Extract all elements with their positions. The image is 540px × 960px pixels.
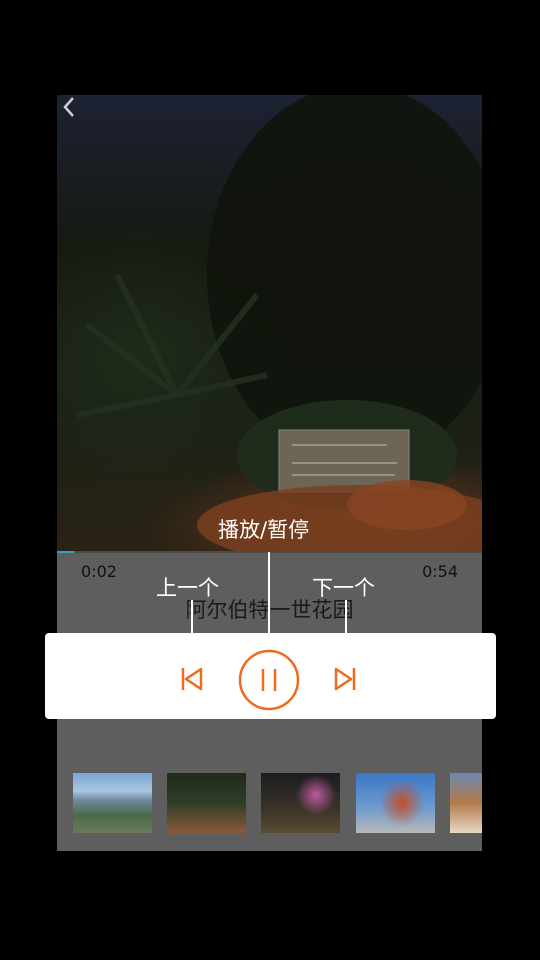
skip-previous-icon[interactable]	[180, 666, 204, 692]
progress-fill	[57, 551, 74, 553]
guide-next-label: 下一个	[312, 576, 375, 600]
thumbnail-5[interactable]	[450, 773, 482, 833]
skip-next-icon[interactable]	[333, 666, 357, 692]
total-time: 0:54	[422, 562, 458, 581]
guide-line-play	[268, 552, 270, 638]
current-time: 0:02	[81, 562, 117, 581]
hero-image	[57, 95, 482, 551]
thumbnail-2[interactable]	[167, 773, 246, 833]
playback-controls	[45, 633, 496, 719]
thumbnail-strip[interactable]	[73, 773, 482, 833]
thumbnail-4[interactable]	[356, 773, 435, 833]
thumbnail-3[interactable]	[261, 773, 340, 833]
guide-play-pause-label: 播放/暂停	[218, 518, 310, 542]
player-screen: 0:02 0:54 阿尔伯特一世花园	[57, 95, 482, 851]
garden-scene	[76, 95, 482, 551]
chevron-left-icon[interactable]	[57, 95, 81, 119]
thumbnail-1[interactable]	[73, 773, 152, 833]
guide-prev-label: 上一个	[156, 576, 219, 600]
pause-icon[interactable]	[238, 649, 300, 711]
